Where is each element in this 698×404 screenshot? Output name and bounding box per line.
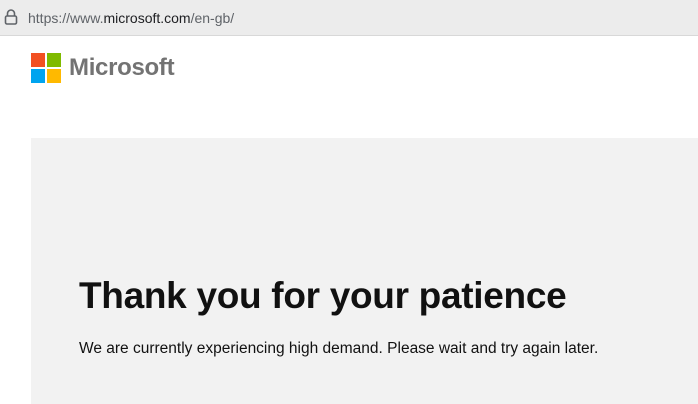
logo-square-red [31, 53, 45, 67]
url-prefix: https://www. [28, 10, 104, 26]
status-message: We are currently experiencing high deman… [79, 340, 599, 357]
logo-square-yellow [47, 69, 61, 83]
url-path: /en-gb/ [190, 10, 235, 26]
message-panel: Thank you for your patience We are curre… [31, 138, 698, 404]
microsoft-logo[interactable]: Microsoft [31, 53, 175, 83]
address-bar[interactable]: https://www.microsoft.com/en-gb/ [0, 0, 698, 36]
lock-icon[interactable] [4, 9, 18, 25]
page-title: Thank you for your patience [79, 275, 567, 316]
brand-name: Microsoft [69, 54, 175, 81]
url-host: microsoft.com [103, 10, 191, 26]
microsoft-squares-icon [31, 53, 61, 83]
logo-square-green [47, 53, 61, 67]
logo-square-blue [31, 69, 45, 83]
url-text[interactable]: https://www.microsoft.com/en-gb/ [28, 9, 234, 27]
